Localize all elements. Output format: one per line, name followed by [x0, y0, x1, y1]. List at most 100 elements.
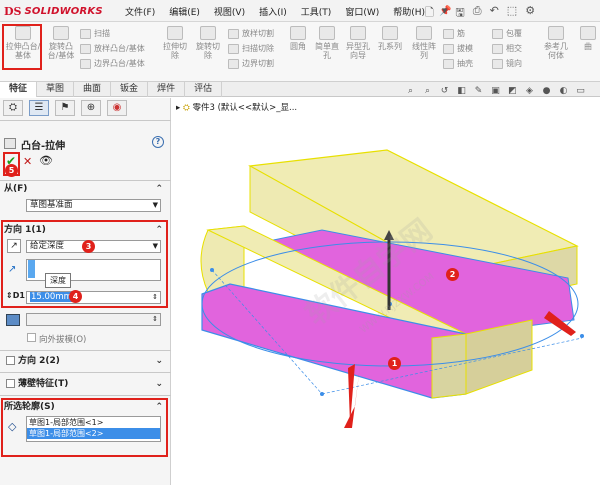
expand-arrow-icon[interactable]: ▸: [176, 103, 183, 113]
fillet-button[interactable]: 圆角: [286, 26, 310, 51]
loft-button[interactable]: 放样凸台/基体: [80, 43, 145, 54]
direction1-section-header[interactable]: 方向 1(1) ⌃: [4, 223, 167, 237]
mirror-button[interactable]: 镜向: [492, 58, 522, 69]
thin-feature-section-header[interactable]: 薄壁特征(T) ⌄: [18, 377, 167, 391]
linear-pattern-button[interactable]: 线性阵列: [410, 26, 438, 60]
open-icon[interactable]: ▾: [442, 4, 448, 23]
contour-diamond-icon: ◇: [8, 420, 17, 433]
intersect-button[interactable]: 相交: [492, 43, 522, 54]
tab-sheet-metal[interactable]: 钣金: [111, 82, 149, 97]
cancel-x-icon[interactable]: ✕: [23, 155, 32, 168]
list-item[interactable]: 草图1-局部范围<1>: [27, 417, 160, 428]
display-manager-tab[interactable]: ◉: [107, 100, 127, 116]
extruded-cut-button[interactable]: 拉伸切除: [160, 26, 190, 60]
solidworks-logo[interactable]: DS SOLIDWORKS: [4, 3, 114, 19]
help-icon[interactable]: ?: [152, 136, 164, 148]
view-settings-icon[interactable]: ▭: [575, 86, 586, 96]
rib-button[interactable]: 筋: [443, 28, 465, 39]
wrap-button[interactable]: 包覆: [492, 28, 522, 39]
tab-sketch[interactable]: 草图: [37, 82, 75, 97]
selection-indicator: [28, 260, 35, 278]
dropdown-arrow-icon: ▼: [152, 201, 158, 209]
heads-up-toolbar: ⌕ ⌕ ↺ ◧ ✎ ▣ ◩ ◈ ● ◐ ▭: [405, 84, 586, 97]
menu-edit[interactable]: 编辑(E): [162, 5, 207, 18]
display-style-icon[interactable]: ◩: [507, 86, 518, 96]
draft-angle-input[interactable]: ⇕: [26, 313, 161, 326]
reverse-direction-icon[interactable]: ↗: [7, 239, 21, 253]
from-section-header[interactable]: 从(F) ⌃: [4, 182, 167, 196]
previous-view-icon[interactable]: ↺: [439, 86, 450, 96]
revolved-cut-button[interactable]: 旋转切除: [193, 26, 223, 60]
spin-arrow-icon[interactable]: ⇕: [152, 314, 158, 325]
breadcrumb[interactable]: ▸ ⛭ 零件3 (默认<<默认>_显...: [176, 101, 297, 113]
lofted-cut-button[interactable]: 放样切割: [228, 28, 274, 39]
expand-chevron-icon[interactable]: ⌄: [155, 377, 163, 391]
zoom-fit-icon[interactable]: ⌕: [405, 86, 416, 96]
menu-window[interactable]: 窗口(W): [338, 5, 386, 18]
menu-view[interactable]: 视图(V): [207, 5, 252, 18]
menu-tools[interactable]: 工具(T): [294, 5, 339, 18]
property-list-icon: ☰: [34, 102, 44, 113]
dim-xpert-tab[interactable]: ⊕: [81, 100, 101, 116]
appearance-icon[interactable]: ●: [541, 86, 552, 96]
draft-button[interactable]: 拔模: [443, 43, 473, 54]
feature-tree-tab[interactable]: ⛭: [3, 100, 23, 116]
extruded-cut-icon: [167, 26, 183, 40]
hole-wizard-button[interactable]: 异型孔向导: [343, 26, 373, 60]
property-manager-tab[interactable]: ☰: [29, 100, 49, 116]
crosshair-icon: ⊕: [86, 102, 96, 113]
boundary-boss-button[interactable]: 边界凸台/基体: [80, 58, 145, 69]
spin-arrow-icon[interactable]: ⇕: [152, 292, 158, 303]
collapse-chevron-icon[interactable]: ⌃: [155, 223, 163, 237]
boundary-cut-button[interactable]: 边界切割: [228, 58, 274, 69]
thin-feature-checkbox[interactable]: [6, 379, 15, 388]
contours-list[interactable]: 草图1-局部范围<1> 草图1-局部范围<2>: [26, 416, 161, 442]
direction2-section-header[interactable]: 方向 2(2) ⌄: [18, 354, 167, 368]
tab-weldments[interactable]: 焊件: [148, 82, 186, 97]
tab-features[interactable]: 特征: [0, 82, 38, 97]
undo-icon[interactable]: ↶: [490, 4, 499, 23]
list-item[interactable]: 草图1-局部范围<2>: [27, 428, 160, 439]
print-icon[interactable]: ⎙: [473, 4, 482, 23]
tab-surfaces[interactable]: 曲面: [74, 82, 112, 97]
menu-file[interactable]: 文件(F): [118, 5, 162, 18]
menu-insert[interactable]: 插入(I): [252, 5, 294, 18]
swept-cut-button[interactable]: 扫描切除: [228, 43, 274, 54]
draft-toggle-icon[interactable]: [6, 314, 20, 326]
sweep-button[interactable]: 扫描: [80, 28, 110, 39]
hole-series-icon: [382, 26, 398, 40]
collapse-chevron-icon[interactable]: ⌃: [155, 182, 163, 196]
shell-button[interactable]: 抽壳: [443, 58, 473, 69]
view-orientation-icon[interactable]: ▣: [490, 86, 501, 96]
hide-show-icon[interactable]: ◈: [524, 86, 535, 96]
expand-chevron-icon[interactable]: ⌄: [155, 354, 163, 368]
tab-evaluate[interactable]: 评估: [185, 82, 223, 97]
scene-icon[interactable]: ◐: [558, 86, 569, 96]
curves-button[interactable]: 曲: [578, 26, 598, 51]
zoom-area-icon[interactable]: ⌕: [422, 86, 433, 96]
direction2-checkbox[interactable]: [6, 356, 15, 365]
boundary-icon: [80, 58, 91, 69]
dynamic-annotation-icon[interactable]: ✎: [473, 86, 484, 96]
options-icon[interactable]: ⚙: [525, 4, 535, 23]
ref-geometry-button[interactable]: 参考几何体: [540, 26, 572, 60]
draft-outward-checkbox[interactable]: [27, 333, 36, 342]
step-badge-3: 3: [82, 240, 95, 253]
wrap-icon: [492, 28, 503, 39]
section-view-icon[interactable]: ◧: [456, 86, 467, 96]
config-manager-tab[interactable]: ⚑: [55, 100, 75, 116]
selected-contours-header[interactable]: 所选轮廓(S) ⌃: [4, 400, 167, 414]
select-icon[interactable]: ⬚: [507, 4, 517, 23]
collapse-chevron-icon[interactable]: ⌃: [155, 400, 163, 414]
extrude-highlight-box: [2, 24, 42, 70]
swept-cut-icon: [228, 43, 239, 54]
hole-series-button[interactable]: 孔系列: [375, 26, 405, 51]
preview-eye-icon[interactable]: 👁: [39, 154, 53, 167]
graphics-area[interactable]: 1 2 软件自学网 WWW.RJZXW.COM: [172, 98, 600, 485]
save-icon[interactable]: 🖫: [455, 4, 464, 23]
revolve-boss-button[interactable]: 旋转凸台/基体: [46, 26, 76, 60]
from-select[interactable]: 草图基准面 ▼: [26, 199, 161, 212]
new-doc-icon[interactable]: 🗋: [425, 4, 434, 23]
depth-input[interactable]: 15.00mm ⇕: [26, 291, 161, 304]
simple-hole-button[interactable]: 简单直孔: [314, 26, 340, 60]
